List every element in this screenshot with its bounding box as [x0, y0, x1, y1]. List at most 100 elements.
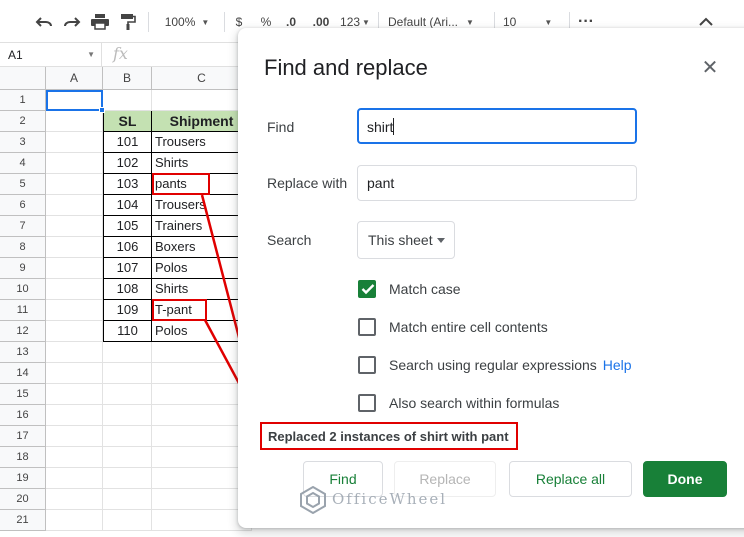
match-entire-cell-checkbox[interactable]: [358, 318, 376, 336]
redo-icon[interactable]: [60, 10, 84, 34]
row-header[interactable]: 10: [0, 279, 46, 300]
row-header[interactable]: 8: [0, 237, 46, 258]
row-header[interactable]: 15: [0, 384, 46, 405]
grid-cell[interactable]: [103, 405, 152, 426]
sl-cell[interactable]: 104: [103, 195, 152, 216]
grid-cell[interactable]: [152, 384, 252, 405]
row-header[interactable]: 17: [0, 426, 46, 447]
grid-cell[interactable]: [46, 321, 103, 342]
grid-cell[interactable]: [46, 279, 103, 300]
grid-cell[interactable]: [103, 363, 152, 384]
search-formulas-checkbox[interactable]: [358, 394, 376, 412]
grid-cell[interactable]: [46, 468, 103, 489]
column-header-b[interactable]: B: [103, 67, 152, 90]
row-header[interactable]: 2: [0, 111, 46, 132]
shipment-cell[interactable]: Polos: [152, 258, 252, 279]
row-header[interactable]: 16: [0, 405, 46, 426]
row-header[interactable]: 6: [0, 195, 46, 216]
row-header[interactable]: 9: [0, 258, 46, 279]
grid-cell[interactable]: [103, 489, 152, 510]
sl-cell[interactable]: 109: [103, 300, 152, 321]
grid-cell[interactable]: [103, 384, 152, 405]
match-case-checkbox[interactable]: [358, 280, 376, 298]
row-header[interactable]: 18: [0, 447, 46, 468]
grid-cell[interactable]: [103, 342, 152, 363]
grid-cell[interactable]: [46, 132, 103, 153]
shipment-cell[interactable]: Shirts: [152, 279, 252, 300]
grid-cell[interactable]: [46, 363, 103, 384]
grid-cell[interactable]: [46, 342, 103, 363]
grid-cell[interactable]: [46, 153, 103, 174]
row-header[interactable]: 1: [0, 90, 46, 111]
grid-cell[interactable]: [46, 174, 103, 195]
row-header[interactable]: 4: [0, 153, 46, 174]
row-header[interactable]: 20: [0, 489, 46, 510]
find-input[interactable]: shirt: [357, 108, 637, 144]
grid-cell[interactable]: [103, 447, 152, 468]
grid-cell[interactable]: [152, 426, 252, 447]
grid-cell[interactable]: [103, 510, 152, 531]
search-scope-select[interactable]: This sheet: [357, 221, 455, 259]
table-header-cell[interactable]: Shipment: [152, 111, 252, 132]
undo-icon[interactable]: [32, 10, 56, 34]
shipment-cell[interactable]: Boxers: [152, 237, 252, 258]
shipment-cell[interactable]: Shirts: [152, 153, 252, 174]
sl-cell[interactable]: 103: [103, 174, 152, 195]
grid-cell[interactable]: [46, 216, 103, 237]
shipment-cell[interactable]: Polos: [152, 321, 252, 342]
grid-cell[interactable]: [152, 90, 252, 111]
grid-cell[interactable]: [152, 468, 252, 489]
sl-cell[interactable]: 110: [103, 321, 152, 342]
grid-cell[interactable]: [46, 300, 103, 321]
grid-cell[interactable]: [103, 90, 152, 111]
sl-cell[interactable]: 102: [103, 153, 152, 174]
row-header[interactable]: 3: [0, 132, 46, 153]
grid-cell[interactable]: [46, 405, 103, 426]
replace-all-button[interactable]: Replace all: [509, 461, 632, 497]
sl-cell[interactable]: 107: [103, 258, 152, 279]
shipment-cell[interactable]: Trainers: [152, 216, 252, 237]
grid-cell[interactable]: [46, 447, 103, 468]
grid-cell[interactable]: [46, 258, 103, 279]
table-header-cell[interactable]: SL: [103, 111, 152, 132]
grid-cell[interactable]: [46, 426, 103, 447]
paint-format-icon[interactable]: [116, 10, 140, 34]
grid-cell[interactable]: [46, 489, 103, 510]
sl-cell[interactable]: 106: [103, 237, 152, 258]
grid-cell[interactable]: [46, 384, 103, 405]
sl-cell[interactable]: 105: [103, 216, 152, 237]
shipment-cell[interactable]: Trousers: [152, 132, 252, 153]
help-link[interactable]: Help: [603, 357, 632, 373]
grid-cell[interactable]: [46, 237, 103, 258]
grid-cell[interactable]: [152, 447, 252, 468]
row-header[interactable]: 21: [0, 510, 46, 531]
row-header[interactable]: 13: [0, 342, 46, 363]
row-header[interactable]: 14: [0, 363, 46, 384]
grid-cell[interactable]: [46, 510, 103, 531]
sl-cell[interactable]: 108: [103, 279, 152, 300]
close-icon[interactable]: ✕: [700, 58, 720, 78]
grid-cell[interactable]: [152, 489, 252, 510]
regex-checkbox[interactable]: [358, 356, 376, 374]
row-header[interactable]: 11: [0, 300, 46, 321]
row-header[interactable]: 7: [0, 216, 46, 237]
select-all-corner[interactable]: [0, 67, 46, 90]
grid-cell[interactable]: [152, 510, 252, 531]
row-header[interactable]: 12: [0, 321, 46, 342]
grid-cell[interactable]: [46, 195, 103, 216]
grid-cell[interactable]: [46, 111, 103, 132]
fill-handle[interactable]: [99, 107, 105, 113]
grid-cell[interactable]: [103, 426, 152, 447]
replace-input[interactable]: pant: [357, 165, 637, 201]
done-button[interactable]: Done: [643, 461, 727, 497]
print-icon[interactable]: [88, 10, 112, 34]
shipment-cell[interactable]: Trousers: [152, 195, 252, 216]
row-header[interactable]: 5: [0, 174, 46, 195]
grid-cell[interactable]: [152, 363, 252, 384]
name-box[interactable]: A1 ▼: [0, 43, 102, 67]
column-header-c[interactable]: C: [152, 67, 252, 90]
row-header[interactable]: 19: [0, 468, 46, 489]
grid-cell[interactable]: [152, 342, 252, 363]
sl-cell[interactable]: 101: [103, 132, 152, 153]
active-cell-selection[interactable]: [46, 90, 105, 113]
